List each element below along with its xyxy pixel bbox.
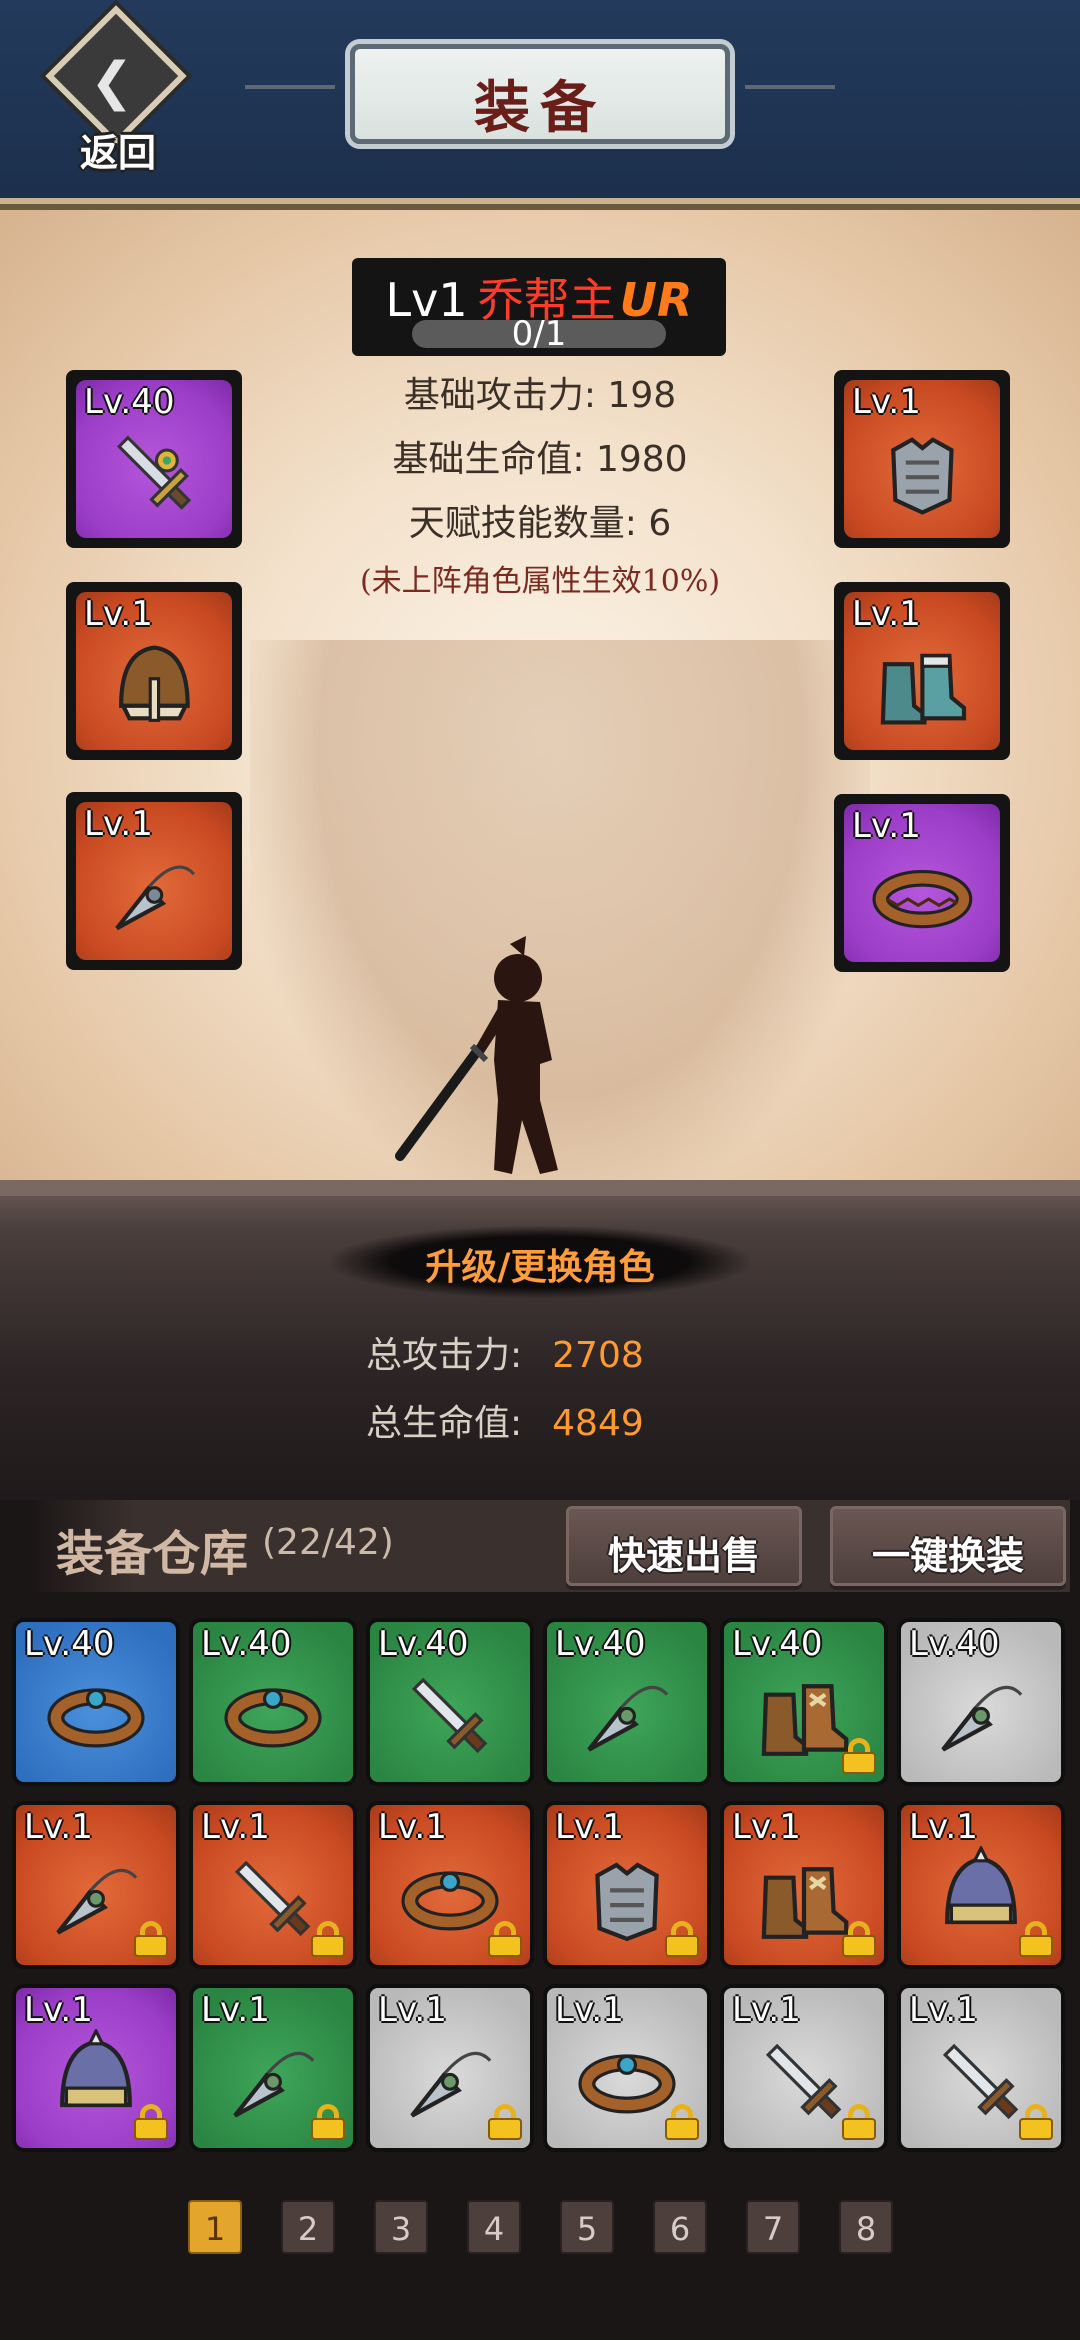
back-arrow-icon: ❮	[90, 52, 134, 112]
warehouse-title: 装备仓库	[56, 1526, 249, 1582]
equip-slot-armor[interactable]: Lv.1	[834, 370, 1010, 548]
page-button-6[interactable]: 6	[653, 2200, 707, 2254]
page-number: 1	[204, 2210, 226, 2248]
slot-background: Lv.1	[76, 802, 232, 960]
slot-background: Lv.1	[844, 804, 1000, 962]
page-number: 3	[390, 2210, 412, 2248]
equipment-screen: { "header": { "back_label": "返回", "title…	[0, 0, 1080, 2340]
necklace-icon	[901, 1650, 1061, 1782]
total-hp-value: 4849	[552, 1403, 644, 1444]
hero-progress-text: 0/1	[511, 314, 567, 354]
top-bar: ❮ 返回 装备	[0, 0, 1080, 210]
necklace-icon	[547, 1650, 707, 1782]
hero-progress-bar: 0/1	[412, 314, 666, 354]
inventory-item[interactable]: Lv.1	[897, 1801, 1065, 1969]
lock-icon	[1019, 1921, 1053, 1957]
ring-icon	[844, 832, 1000, 962]
hero-name-card: Lv1 乔帮主UR 0/1	[352, 258, 726, 356]
inventory-item[interactable]: Lv.1	[720, 1801, 888, 1969]
inventory-item[interactable]: Lv.1	[897, 1984, 1065, 2152]
lock-icon	[488, 1921, 522, 1957]
inventory-item[interactable]: Lv.1	[12, 1984, 180, 2152]
lock-icon	[842, 2104, 876, 2140]
page-number: 6	[669, 2210, 691, 2248]
necklace-icon	[76, 830, 232, 960]
inventory-item[interactable]: Lv.1	[543, 1801, 711, 1969]
ring-icon	[193, 1650, 353, 1782]
quick-sell-button[interactable]: 快速出售	[566, 1506, 802, 1586]
lock-icon	[311, 2104, 345, 2140]
slot-background: Lv.1	[76, 592, 232, 750]
inventory-grid: Lv.40 Lv.40 Lv.40 Lv.40 Lv.40 Lv.40 Lv.1 Lv.1 Lv…	[12, 1618, 1072, 2168]
ring-icon	[16, 1650, 176, 1782]
lock-icon	[134, 1921, 168, 1957]
one-click-equip-label: 一键换装	[871, 1533, 1024, 1578]
equip-slot-weapon[interactable]: Lv.40	[66, 370, 242, 548]
page-button-1[interactable]: 1	[188, 2200, 242, 2254]
page-title: 装备	[474, 75, 606, 141]
inventory-item[interactable]: Lv.40	[12, 1618, 180, 1786]
quick-sell-label: 快速出售	[607, 1533, 760, 1578]
upgrade-change-hero-button[interactable]: 升级/更换角色	[330, 1226, 750, 1298]
inventory-item[interactable]: Lv.1	[543, 1984, 711, 2152]
lock-icon	[311, 1921, 345, 1957]
back-button[interactable]: ❮ 返回	[45, 5, 187, 175]
warehouse-count: (22/42)	[262, 1522, 394, 1563]
hero-silhouette	[390, 930, 610, 1190]
equip-slot-boots[interactable]: Lv.1	[834, 582, 1010, 760]
inventory-item[interactable]: Lv.1	[12, 1801, 180, 1969]
page-number: 7	[762, 2210, 784, 2248]
inventory-item[interactable]: Lv.40	[189, 1618, 357, 1786]
slot-background: Lv.1	[844, 380, 1000, 538]
total-attack-row: 总攻击力: 2708	[366, 1326, 644, 1378]
lock-icon	[1019, 2104, 1053, 2140]
slot-background: Lv.40	[76, 380, 232, 538]
page-button-7[interactable]: 7	[746, 2200, 800, 2254]
inventory-item[interactable]: Lv.1	[366, 1984, 534, 2152]
lock-icon	[665, 1921, 699, 1957]
lock-icon	[665, 2104, 699, 2140]
page-button-2[interactable]: 2	[281, 2200, 335, 2254]
pagination: 1 2 3 4 5 6 7 8	[188, 2200, 908, 2256]
equip-slot-ring[interactable]: Lv.1	[834, 794, 1010, 972]
one-click-equip-button[interactable]: 一键换装	[830, 1506, 1066, 1586]
inventory-item[interactable]: Lv.40	[720, 1618, 888, 1786]
inventory-item[interactable]: Lv.1	[189, 1984, 357, 2152]
page-button-5[interactable]: 5	[560, 2200, 614, 2254]
sword-icon	[76, 408, 232, 538]
page-button-4[interactable]: 4	[467, 2200, 521, 2254]
helmet-icon	[76, 620, 232, 750]
equip-slot-necklace[interactable]: Lv.1	[66, 792, 242, 970]
sword-icon	[370, 1650, 530, 1782]
inventory-item[interactable]: Lv.1	[720, 1984, 888, 2152]
page-number: 2	[297, 2210, 319, 2248]
title-plate: 装备	[245, 44, 835, 144]
total-hp-row: 总生命值: 4849	[366, 1394, 644, 1446]
total-attack-value: 2708	[552, 1335, 644, 1376]
lock-icon	[134, 2104, 168, 2140]
lock-icon	[842, 1921, 876, 1957]
inventory-item[interactable]: Lv.1	[366, 1801, 534, 1969]
page-button-3[interactable]: 3	[374, 2200, 428, 2254]
total-attack-label: 总攻击力:	[366, 1335, 523, 1376]
page-number: 8	[855, 2210, 877, 2248]
total-hp-label: 总生命值:	[366, 1403, 523, 1444]
lock-icon	[842, 1738, 876, 1774]
page-number: 5	[576, 2210, 598, 2248]
slot-background: Lv.1	[844, 592, 1000, 750]
inventory-item[interactable]: Lv.40	[366, 1618, 534, 1786]
lock-icon	[488, 2104, 522, 2140]
page-number: 4	[483, 2210, 505, 2248]
armor-icon	[844, 408, 1000, 538]
inventory-item[interactable]: Lv.1	[189, 1801, 357, 1969]
back-button-label: 返回	[79, 130, 156, 175]
upgrade-change-hero-label: 升级/更换角色	[425, 1246, 655, 1288]
inventory-item[interactable]: Lv.40	[897, 1618, 1065, 1786]
page-button-8[interactable]: 8	[839, 2200, 893, 2254]
boots-icon	[844, 620, 1000, 750]
inventory-item[interactable]: Lv.40	[543, 1618, 711, 1786]
equip-slot-helmet[interactable]: Lv.1	[66, 582, 242, 760]
